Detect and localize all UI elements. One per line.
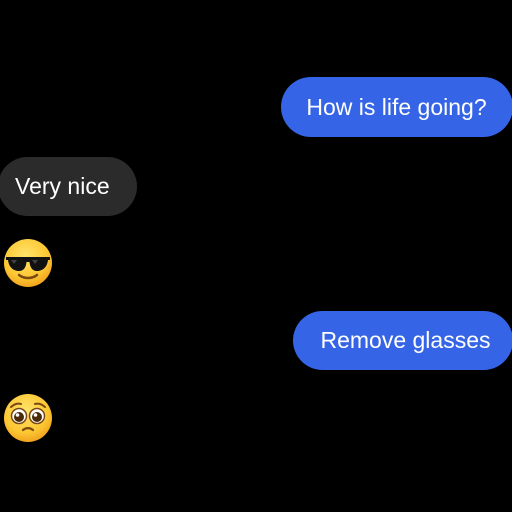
outgoing-message-bubble[interactable]: Remove glasses xyxy=(293,311,512,370)
pleading-face-emoji-icon xyxy=(4,394,52,442)
outgoing-message-bubble[interactable]: How is life going? xyxy=(281,77,512,137)
chat-thread: How is life going? Very nice Remove glas… xyxy=(0,0,512,512)
pleading-face-emoji-icon[interactable] xyxy=(2,392,54,444)
sunglasses-emoji-icon[interactable] xyxy=(2,237,54,289)
sunglasses-emoji-icon xyxy=(4,239,52,287)
incoming-message-bubble[interactable]: Very nice xyxy=(0,157,137,216)
message-text: How is life going? xyxy=(306,93,487,120)
message-text: Remove glasses xyxy=(320,327,491,353)
message-text: Very nice xyxy=(15,173,110,199)
